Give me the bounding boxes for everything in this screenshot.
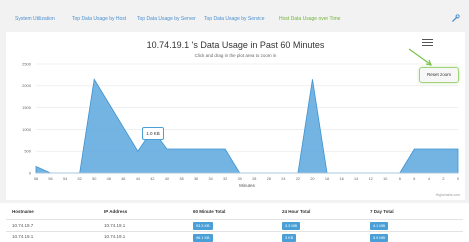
tab-top-data-usage-by-server[interactable]: Top Data Usage by Server [137,16,196,22]
row-2-ip: 10.74.19.1 [104,234,126,239]
row-2-24h-badge: 3 KB [282,234,297,242]
row-1-60min-badge: 93.3 KB [193,222,213,230]
wrench-icon[interactable] [452,14,460,22]
row-1-7day-badge: 4.1 MB [370,222,389,230]
row-2-hostname: 10.74.19.1 [12,234,34,239]
hosts-table: Hostname IP Address 60 Minute Total 24 H… [0,203,469,242]
row-2-7day-badge: 5.9 MB [370,234,389,242]
col-header-60-minute-total[interactable]: 60 Minute Total [193,209,225,214]
tab-system-utilization[interactable]: System Utilization [15,16,55,22]
row-1-hostname: 10.74.19.7 [12,223,34,228]
row-divider [6,231,463,232]
tab-top-data-usage-by-service[interactable]: Top Data Usage by Service [204,16,265,22]
col-header-24-hour-total[interactable]: 24 Hour Total [282,209,310,214]
row-2-60min-badge: 96.1 KB [193,234,213,242]
annotation-arrow-icon [408,48,432,66]
col-header-hostname[interactable]: Hostname [12,209,34,214]
tab-host-data-usage-over-time[interactable]: Host Data Usage over Time [279,16,340,22]
row-1-24h-badge: 3.3 MB [282,222,301,230]
tab-top-data-usage-by-host[interactable]: Top Data Usage by Host [72,16,126,22]
col-header-ip-address[interactable]: IP Address [104,209,127,214]
tab-bar: System Utilization Top Data Usage by Hos… [0,0,469,30]
chart-panel: 10.74.19.1 's Data Usage in Past 60 Minu… [6,32,465,200]
col-header-7-day-total[interactable]: 7 Day Total [370,209,394,214]
row-1-ip: 10.74.19.1 [104,223,126,228]
header-divider [6,219,463,220]
